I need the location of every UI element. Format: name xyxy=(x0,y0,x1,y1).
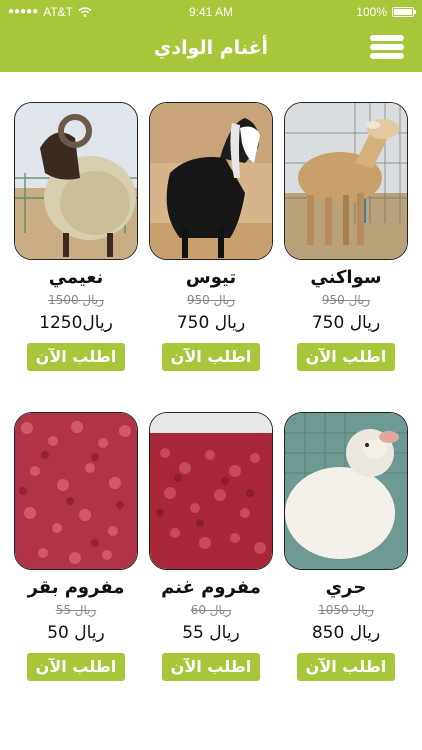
product-name: مفروم غنم xyxy=(161,577,261,598)
product-card[interactable]: حري 1050 ريال 850 ريال اطلب الآن xyxy=(284,412,408,681)
product-image-minced-beef[interactable] xyxy=(14,412,138,570)
product-price: 750 ريال xyxy=(176,313,246,333)
nav-bar: أغنام الوادي xyxy=(0,24,422,72)
product-name: مفروم بقر xyxy=(27,577,125,598)
product-image-harri[interactable] xyxy=(284,412,408,570)
battery-percent: 100% xyxy=(356,5,387,19)
product-card[interactable]: مفروم بقر 55 ريال 50 ريال اطلب الآن xyxy=(14,412,138,681)
product-price: 50 ريال xyxy=(47,623,105,643)
product-card[interactable]: مفروم غنم 60 ريال 55 ريال اطلب الآن xyxy=(149,412,273,681)
product-name: نعيمي xyxy=(48,267,104,288)
order-now-button[interactable]: اطلب الآن xyxy=(162,343,260,371)
product-card[interactable]: تيوس 950 ريال 750 ريال اطلب الآن xyxy=(149,102,273,371)
product-name: سواكني xyxy=(310,267,382,288)
product-old-price: 1500 ريال xyxy=(48,293,104,307)
product-price: 750 ريال xyxy=(311,313,381,333)
product-image-sawakni[interactable] xyxy=(284,102,408,260)
status-bar: ●●●●● AT&T 9:41 AM 100% xyxy=(0,0,422,24)
order-now-button[interactable]: اطلب الآن xyxy=(27,653,125,681)
product-image-minced-lamb[interactable] xyxy=(149,412,273,570)
product-image-naimi[interactable] xyxy=(14,102,138,260)
product-name: تيوس xyxy=(185,267,237,288)
product-image-goat[interactable] xyxy=(149,102,273,260)
product-old-price: 950 ريال xyxy=(186,293,236,307)
product-card[interactable]: نعيمي 1500 ريال 1250ريال اطلب الآن xyxy=(14,102,138,371)
product-card[interactable]: سواكني 950 ريال 750 ريال اطلب الآن xyxy=(284,102,408,371)
order-now-button[interactable]: اطلب الآن xyxy=(162,653,260,681)
product-name: حري xyxy=(325,577,367,598)
product-old-price: 55 ريال xyxy=(55,603,97,617)
product-old-price: 1050 ريال xyxy=(318,603,374,617)
page-title: أغنام الوادي xyxy=(153,37,269,59)
product-old-price: 60 ريال xyxy=(190,603,232,617)
hamburger-icon[interactable] xyxy=(370,35,404,63)
battery-icon xyxy=(392,7,416,17)
order-now-button[interactable]: اطلب الآن xyxy=(297,343,395,371)
product-price: 1250ريال xyxy=(39,313,113,333)
product-price: 850 ريال xyxy=(311,623,381,643)
order-now-button[interactable]: اطلب الآن xyxy=(297,653,395,681)
product-price: 55 ريال xyxy=(182,623,240,643)
product-old-price: 950 ريال xyxy=(321,293,371,307)
order-now-button[interactable]: اطلب الآن xyxy=(27,343,125,371)
